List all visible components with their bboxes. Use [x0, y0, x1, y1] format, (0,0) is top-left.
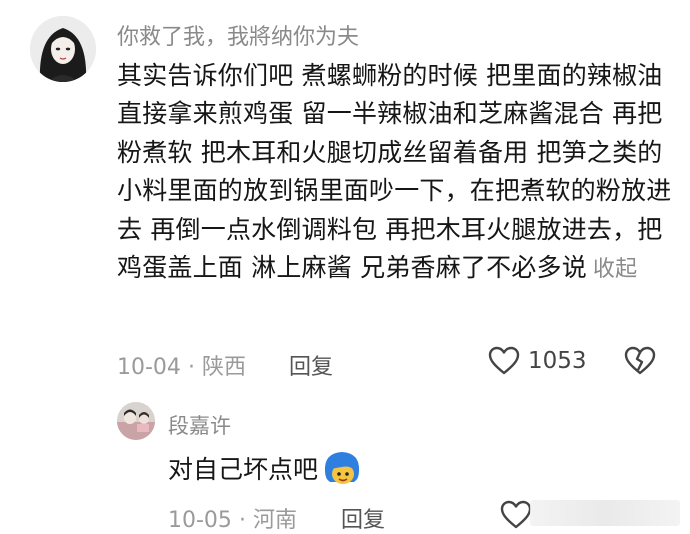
like-count: 1053	[528, 348, 587, 374]
dislike-button[interactable]	[624, 346, 656, 380]
comment-text: 其实告诉你们吧 煮螺蛳粉的时候 把里面的辣椒油直接拿来煎鸡蛋 留一半辣椒油和芝麻…	[117, 61, 672, 283]
watermark-overlay	[530, 500, 680, 526]
comment-date: 10-04	[117, 355, 181, 380]
meta-separator: ·	[187, 355, 202, 380]
comment-meta: 10-04 · 陕西	[117, 349, 246, 381]
meta-separator: ·	[238, 508, 253, 533]
reply-body: 对自己坏点吧	[168, 449, 362, 487]
reply-meta: 10-05 · 河南	[168, 502, 297, 534]
broken-heart-icon	[624, 346, 656, 375]
reply-button[interactable]: 回复	[289, 349, 333, 381]
like-button[interactable]: 1053	[488, 346, 587, 376]
replier-avatar[interactable]	[117, 402, 155, 440]
commenter-username[interactable]: 你救了我，我將纳你为夫	[117, 19, 359, 51]
comment-body: 其实告诉你们吧 煮螺蛳粉的时候 把里面的辣椒油直接拿来煎鸡蛋 留一半辣椒油和芝麻…	[117, 57, 677, 289]
heart-outline-icon	[488, 346, 520, 375]
avatar-image	[117, 402, 155, 440]
avatar-image	[30, 16, 96, 82]
replier-username[interactable]: 段嘉许	[168, 410, 231, 440]
blue-hair-emoji-icon	[324, 452, 360, 484]
reply-date: 10-05	[168, 508, 232, 533]
reply-reply-button[interactable]: 回复	[341, 502, 385, 534]
reply-text: 对自己坏点吧	[168, 455, 319, 484]
collapse-button[interactable]: 收起	[593, 257, 637, 282]
heart-outline-icon	[500, 500, 532, 529]
reply-like-button[interactable]	[500, 500, 532, 534]
commenter-avatar[interactable]	[30, 16, 96, 82]
reply-location: 河南	[252, 508, 297, 533]
comment-location: 陕西	[201, 355, 246, 380]
